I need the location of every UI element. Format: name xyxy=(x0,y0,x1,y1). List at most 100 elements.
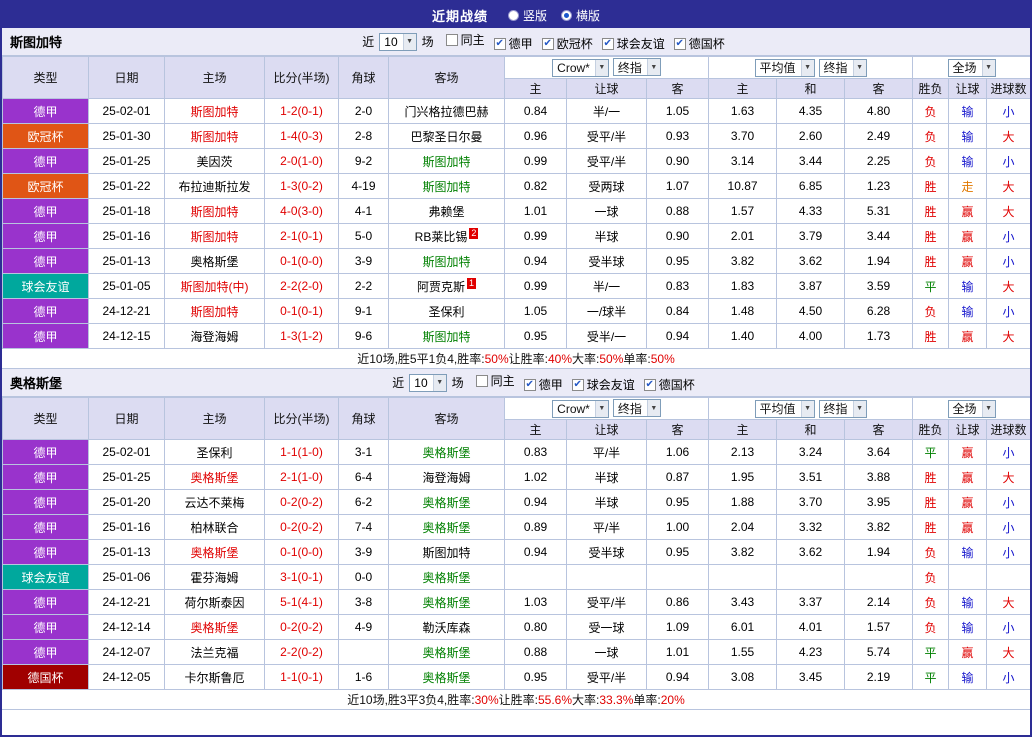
filter-checkbox-1[interactable]: 同主 xyxy=(445,31,485,48)
result-handicap: 输 xyxy=(948,664,988,690)
select-value: 终指 xyxy=(617,60,642,75)
home-team-name[interactable]: 斯图加特 xyxy=(190,230,238,244)
odds-cell: 0.96 xyxy=(504,123,567,149)
team-rank-badge: 2 xyxy=(469,227,479,239)
away-team-name[interactable]: 奥格斯堡 xyxy=(422,671,470,685)
score-cell: 1-3(1-2) xyxy=(264,323,339,349)
recent-count-select[interactable]: 10 ▼ xyxy=(379,32,417,51)
checkbox-icon[interactable]: ✔ xyxy=(571,378,584,391)
filter-checkbox-2[interactable]: ✔ 德甲 xyxy=(493,35,533,52)
checkbox-icon[interactable]: ✔ xyxy=(673,37,686,50)
away-team-name[interactable]: 奥格斯堡 xyxy=(422,496,470,510)
summary-segment: 让胜率: xyxy=(498,693,538,707)
checkbox-icon[interactable]: ✔ xyxy=(601,37,614,50)
checkbox-label: 德国杯 xyxy=(658,378,695,392)
match-scope-select[interactable]: 全场 ▼ xyxy=(947,399,996,418)
bookmaker-select[interactable]: Crow* ▼ xyxy=(552,399,609,418)
odds-cell: 3.24 xyxy=(776,439,846,465)
match-scope-select[interactable]: 全场 ▼ xyxy=(947,58,996,77)
europe-stage-select[interactable]: 终指 ▼ xyxy=(818,399,867,418)
europe-odds-group: 平均值 ▼ 终指 ▼ xyxy=(708,397,914,420)
recent-count-slot: 10 ▼ xyxy=(377,32,418,51)
away-team-name[interactable]: RB莱比锡 xyxy=(415,230,468,244)
away-team-name[interactable]: 奥格斯堡 xyxy=(422,521,470,535)
home-team-name[interactable]: 布拉迪斯拉发 xyxy=(178,180,250,194)
filter-checkbox-1[interactable]: 同主 xyxy=(475,372,515,389)
filter-checkbox-4[interactable]: ✔ 德国杯 xyxy=(643,376,695,393)
checkbox-icon[interactable]: ✔ xyxy=(493,37,506,50)
home-team-name[interactable]: 柏林联合 xyxy=(190,521,238,535)
home-team-name[interactable]: 斯图加特 xyxy=(190,305,238,319)
checkbox-icon[interactable] xyxy=(475,374,488,387)
home-team-name[interactable]: 卡尔斯鲁厄 xyxy=(184,671,244,685)
result-handicap: 输 xyxy=(948,123,988,149)
filter-checkbox-3[interactable]: ✔ 球会友谊 xyxy=(571,376,635,393)
away-team-name[interactable]: 斯图加特 xyxy=(422,330,470,344)
away-team-name[interactable]: 海登海姆 xyxy=(422,471,470,485)
home-team-name[interactable]: 斯图加特 xyxy=(190,105,238,119)
away-team-name[interactable]: 斯图加特 xyxy=(422,255,470,269)
away-team-name[interactable]: 奥格斯堡 xyxy=(422,571,470,585)
europe-average-select[interactable]: 平均值 ▼ xyxy=(754,399,815,418)
layout-option-1[interactable]: 竖版 xyxy=(507,7,547,24)
home-team-name[interactable]: 斯图加特 xyxy=(190,130,238,144)
asian-stage-select[interactable]: 终指 ▼ xyxy=(612,399,661,418)
away-team-name[interactable]: 弗赖堡 xyxy=(428,205,464,219)
away-team-name[interactable]: 斯图加特 xyxy=(422,155,470,169)
column-header: 让球 xyxy=(948,78,988,99)
away-team-name[interactable]: 圣保利 xyxy=(428,305,464,319)
checkbox-icon[interactable]: ✔ xyxy=(643,378,656,391)
filter-checkbox-4[interactable]: ✔ 球会友谊 xyxy=(601,35,665,52)
odds-cell: 0.86 xyxy=(645,589,710,615)
away-team-name[interactable]: 斯图加特 xyxy=(422,180,470,194)
away-team-name[interactable]: 奥格斯堡 xyxy=(422,596,470,610)
away-team-name[interactable]: 奥格斯堡 xyxy=(422,646,470,660)
home-team-name[interactable]: 云达不莱梅 xyxy=(184,496,244,510)
home-team-name[interactable]: 奥格斯堡 xyxy=(190,471,238,485)
group-header-row: 类型 日期 主场 比分(半场) 角球 客场 Crow* ▼ 终指 ▼ 平均值 ▼ 终指 ▼ 全场 ▼ xyxy=(2,397,1030,440)
result-handicap: 输 xyxy=(948,98,988,124)
away-team-name[interactable]: 勒沃库森 xyxy=(422,621,470,635)
home-team-name[interactable]: 圣保利 xyxy=(196,446,232,460)
layout-option-2[interactable]: 横版 xyxy=(561,7,600,24)
result-handicap: 输 xyxy=(948,298,988,324)
radio-icon[interactable] xyxy=(507,9,519,21)
bookmaker-select[interactable]: Crow* ▼ xyxy=(552,58,609,77)
recent-count-select[interactable]: 10 ▼ xyxy=(409,373,447,392)
home-team-name[interactable]: 海登海姆 xyxy=(190,330,238,344)
home-team-name[interactable]: 法兰克福 xyxy=(190,646,238,660)
column-header: 胜负 xyxy=(912,419,950,440)
filter-checkbox-3[interactable]: ✔ 欧冠杯 xyxy=(541,35,593,52)
home-team-name[interactable]: 霍芬海姆 xyxy=(190,571,238,585)
radio-icon[interactable] xyxy=(561,9,572,21)
result-handicap xyxy=(948,564,988,590)
asian-stage-select[interactable]: 终指 ▼ xyxy=(612,58,661,77)
filter-checkbox-5[interactable]: ✔ 德国杯 xyxy=(673,35,725,52)
score-cell: 2-1(0-1) xyxy=(264,223,339,249)
checkbox-icon[interactable] xyxy=(445,33,458,46)
away-team-name[interactable]: 斯图加特 xyxy=(422,546,470,560)
checkbox-icon[interactable]: ✔ xyxy=(523,378,536,391)
away-cell: 奥格斯堡 xyxy=(388,564,505,590)
match-row: 德甲 25-01-16 柏林联合 0-2(0-2) 7-4 奥格斯堡 0.89 平/半 1.00… xyxy=(2,514,1030,540)
checkbox-icon[interactable]: ✔ xyxy=(541,37,554,50)
home-team-name[interactable]: 荷尔斯泰因 xyxy=(184,596,244,610)
home-team-name[interactable]: 斯图加特 xyxy=(190,205,238,219)
match-date: 25-01-20 xyxy=(88,489,165,515)
europe-average-select[interactable]: 平均值 ▼ xyxy=(754,58,815,77)
away-team-name[interactable]: 奥格斯堡 xyxy=(422,446,470,460)
europe-stage-select[interactable]: 终指 ▼ xyxy=(818,58,867,77)
away-team-name[interactable]: 门兴格拉德巴赫 xyxy=(404,105,488,119)
result-goals: 小 xyxy=(986,98,1030,124)
competition-badge: 德甲 xyxy=(2,323,89,349)
column-header: 胜负 xyxy=(912,78,950,99)
odds-cell: 0.94 xyxy=(645,323,710,349)
filter-checkbox-2[interactable]: ✔ 德甲 xyxy=(523,376,563,393)
away-team-name[interactable]: 阿贾克斯 xyxy=(417,280,465,294)
away-team-name[interactable]: 巴黎圣日尔曼 xyxy=(410,130,482,144)
home-team-name[interactable]: 美因茨 xyxy=(196,155,232,169)
home-team-name[interactable]: 斯图加特(中) xyxy=(181,280,249,294)
home-team-name[interactable]: 奥格斯堡 xyxy=(190,255,238,269)
home-team-name[interactable]: 奥格斯堡 xyxy=(190,546,238,560)
home-team-name[interactable]: 奥格斯堡 xyxy=(190,621,238,635)
